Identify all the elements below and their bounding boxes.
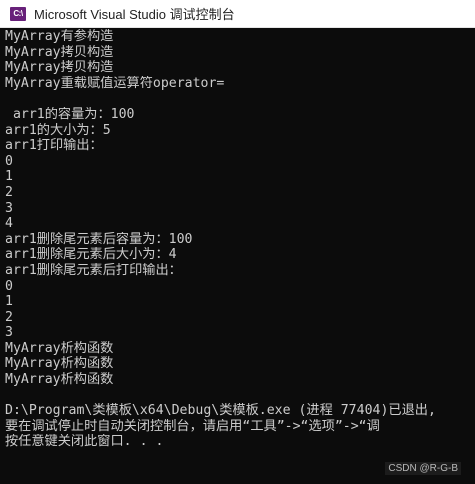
console-line: 按任意键关闭此窗口. . . — [5, 434, 164, 450]
window-title: Microsoft Visual Studio 调试控制台 — [34, 7, 235, 22]
console-line: 2 — [5, 309, 13, 325]
console-line: MyArray拷贝构造 — [5, 60, 114, 76]
watermark: CSDN @R-G-B — [385, 462, 461, 475]
console-line: MyArray重载赋值运算符operator= — [5, 75, 225, 91]
console-line: MyArray拷贝构造 — [5, 44, 114, 60]
console-line: arr1的大小为：5 — [5, 122, 111, 138]
console-line: 要在调试停止时自动关闭控制台，请启用“工具”->“选项”->“调 — [5, 418, 380, 434]
console-line: 0 — [5, 278, 13, 294]
console-line: 3 — [5, 200, 13, 216]
console-line: MyArray有参构造 — [5, 29, 114, 44]
console-line: D:\Program\类模板\x64\Debug\类模板.exe (进程 774… — [5, 403, 436, 419]
title-bar[interactable]: C:\ Microsoft Visual Studio 调试控制台 — [0, 0, 475, 28]
console-line: 1 — [5, 294, 13, 310]
console-line: arr1删除尾元素后容量为：100 — [5, 231, 193, 247]
console-line: 3 — [5, 325, 13, 341]
console-app-icon: C:\ — [10, 6, 26, 21]
console-line: arr1打印输出： — [5, 138, 103, 154]
console-line: MyArray析构函数 — [5, 356, 114, 372]
console-line: arr1删除尾元素后打印输出： — [5, 262, 182, 278]
console-line: 2 — [5, 184, 13, 200]
console-output[interactable]: MyArray有参构造 MyArray拷贝构造 MyArray拷贝构造 MyArray… — [0, 28, 475, 484]
console-line: MyArray析构函数 — [5, 340, 114, 356]
console-line: arr1删除尾元素后大小为：4 — [5, 247, 177, 263]
console-line: arr1的容量为：100 — [5, 106, 135, 122]
console-line: 1 — [5, 169, 13, 185]
console-line: 4 — [5, 216, 13, 232]
console-line: MyArray析构函数 — [5, 372, 114, 388]
console-line: 0 — [5, 153, 13, 169]
